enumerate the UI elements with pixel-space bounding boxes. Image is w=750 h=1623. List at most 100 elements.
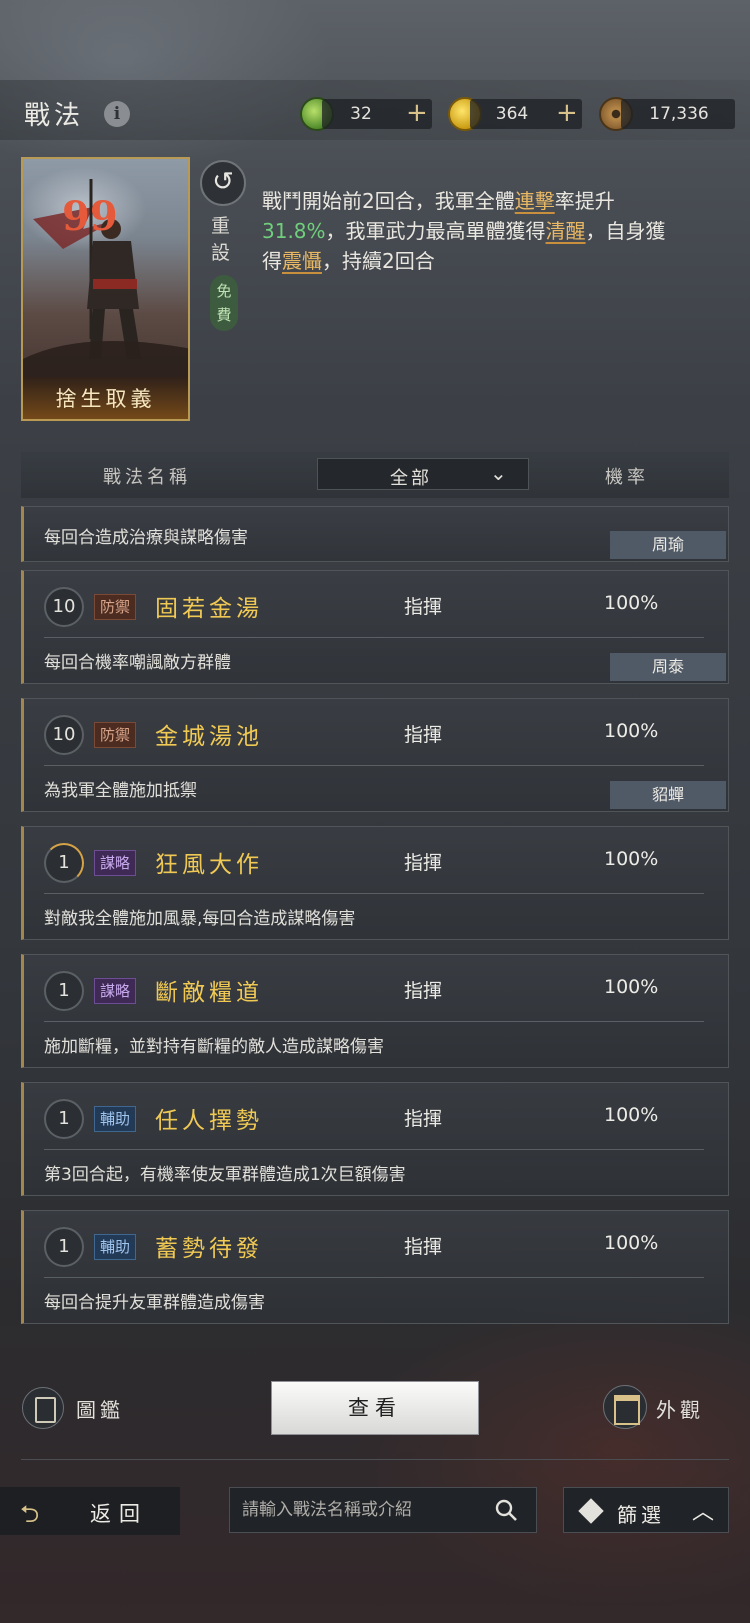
- row-description: 每回合機率嘲諷敵方群體: [44, 653, 231, 673]
- row-divider: [44, 637, 704, 638]
- reset-button[interactable]: ↺: [200, 160, 246, 206]
- keyword-combo[interactable]: 連擊: [515, 189, 555, 213]
- gold-value: 364: [495, 104, 529, 124]
- keyword-deter[interactable]: 震懾: [282, 249, 322, 273]
- list-item[interactable]: 1 輔助 蓄勢待發 指揮 100% 每回合提升友軍群體造成傷害: [21, 1210, 729, 1324]
- appearance-label[interactable]: 外觀: [656, 1394, 704, 1423]
- row-description: 每回合造成治療與謀略傷害: [44, 528, 248, 548]
- list-item[interactable]: 1 輔助 任人擇勢 指揮 100% 第3回合起，有機率使友軍群體造成1次巨額傷害: [21, 1082, 729, 1196]
- filter-icon: [578, 1498, 604, 1524]
- row-name: 蓄勢待發: [155, 1236, 263, 1262]
- add-jade-button[interactable]: +: [406, 98, 428, 128]
- copper-value: 17,336: [649, 104, 709, 124]
- row-tag: 輔助: [94, 1106, 137, 1132]
- codex-icon[interactable]: [22, 1387, 64, 1429]
- row-description: 第3回合起，有機率使友軍群體造成1次巨額傷害: [44, 1165, 406, 1185]
- card-quote-mark: 99: [62, 193, 118, 240]
- row-name: 狂風大作: [155, 852, 263, 878]
- row-rate: 100%: [604, 1232, 659, 1254]
- row-divider: [44, 893, 704, 894]
- row-tag: 輔助: [94, 1234, 137, 1260]
- card-name: 捨生取義: [55, 387, 156, 411]
- row-tag: 謀略: [94, 850, 137, 876]
- add-gold-button[interactable]: +: [556, 98, 578, 128]
- row-name: 任人擇勢: [155, 1108, 263, 1134]
- refresh-icon: ↺: [212, 167, 234, 197]
- desc-text: 戰鬥開始前2回合，我軍全體: [262, 189, 515, 213]
- row-rate: 100%: [604, 848, 659, 870]
- free-badge: 免費: [210, 275, 238, 331]
- row-divider: [44, 1021, 704, 1022]
- filter-button[interactable]: 篩選 ︿: [563, 1487, 729, 1533]
- chevron-up-icon[interactable]: ︿: [692, 1494, 714, 1526]
- row-level: 10: [44, 587, 84, 627]
- row-tag: 防禦: [94, 594, 137, 620]
- filter-label: 篩選: [617, 1503, 665, 1527]
- list-item[interactable]: 10 防禦 金城湯池 指揮 100% 為我軍全體施加抵禦 貂蟬: [21, 698, 729, 812]
- row-hero: 周瑜: [610, 531, 726, 559]
- row-type: 指揮: [404, 1108, 443, 1130]
- row-rate: 100%: [604, 592, 659, 614]
- info-icon[interactable]: i: [104, 101, 130, 127]
- row-name: 固若金湯: [155, 596, 263, 622]
- page-title: 戰法: [24, 101, 85, 131]
- column-name: 戰法名稱: [103, 467, 191, 488]
- row-description: 每回合提升友軍群體造成傷害: [44, 1293, 265, 1313]
- skill-description: 戰鬥開始前2回合，我軍全體連擊率提升 31.8%，我軍武力最高單體獲得清醒，自身獲…: [262, 186, 682, 276]
- jade-value: 32: [350, 104, 372, 124]
- search-icon[interactable]: [494, 1498, 518, 1522]
- row-type: 指揮: [404, 724, 443, 746]
- row-hero: 貂蟬: [610, 781, 726, 809]
- desc-value: 31.8%: [262, 219, 326, 243]
- search-input[interactable]: [242, 1497, 482, 1523]
- row-type: 指揮: [404, 1236, 443, 1258]
- row-type: 指揮: [404, 980, 443, 1002]
- desc-text: ，我軍武力最高單體獲得: [325, 219, 546, 243]
- keyword-sober[interactable]: 清醒: [546, 219, 586, 243]
- resource-jade: 32 +: [322, 98, 432, 129]
- codex-label[interactable]: 圖鑑: [76, 1394, 124, 1423]
- row-level: 10: [44, 715, 84, 755]
- row-tag: 謀略: [94, 978, 137, 1004]
- back-button[interactable]: ⮌ 返回: [0, 1487, 180, 1535]
- list-header: 戰法名稱 全部 ⌄ 機率: [21, 452, 729, 498]
- list-item[interactable]: 1 謀略 斷敵糧道 指揮 100% 施加斷糧，並對持有斷糧的敵人造成謀略傷害: [21, 954, 729, 1068]
- desc-text: ，持續2回合: [322, 249, 435, 273]
- row-type: 指揮: [404, 852, 443, 874]
- search-box[interactable]: [229, 1487, 537, 1533]
- row-level: 1: [44, 1227, 84, 1267]
- view-button[interactable]: 查看: [271, 1381, 479, 1435]
- back-label: 返回: [90, 1502, 148, 1526]
- row-description: 對敵我全體施加風暴,每回合造成謀略傷害: [44, 909, 356, 929]
- row-rate: 100%: [604, 976, 659, 998]
- row-description: 為我軍全體施加抵禦: [44, 781, 197, 801]
- row-name: 斷敵糧道: [155, 980, 263, 1006]
- appearance-icon[interactable]: [603, 1385, 647, 1429]
- list-item[interactable]: 10 防禦 固若金湯 指揮 100% 每回合機率嘲諷敵方群體 周泰: [21, 570, 729, 684]
- chevron-down-icon: ⌄: [490, 461, 507, 485]
- row-tag: 防禦: [94, 722, 137, 748]
- list-item[interactable]: 1 謀略 狂風大作 指揮 100% 對敵我全體施加風暴,每回合造成謀略傷害: [21, 826, 729, 940]
- column-rate: 機率: [605, 467, 649, 488]
- row-hero: 周泰: [610, 653, 726, 681]
- row-rate: 100%: [604, 720, 659, 742]
- reset-label[interactable]: 重設: [211, 213, 235, 267]
- row-description: 施加斷糧，並對持有斷糧的敵人造成謀略傷害: [44, 1037, 384, 1057]
- row-divider: [44, 1277, 704, 1278]
- dropdown-value: 全部: [390, 468, 432, 489]
- divider: [21, 1459, 729, 1460]
- resource-copper: 17,336: [621, 99, 735, 129]
- desc-text: 率提升: [554, 189, 615, 213]
- category-dropdown[interactable]: 全部 ⌄: [317, 458, 529, 490]
- resource-gold: 364 +: [470, 98, 582, 129]
- row-level: 1: [44, 971, 84, 1011]
- row-level: 1: [44, 843, 84, 883]
- row-divider: [44, 765, 704, 766]
- row-level: 1: [44, 1099, 84, 1139]
- row-name: 金城湯池: [155, 724, 263, 750]
- row-type: 指揮: [404, 596, 443, 618]
- back-arrow-icon: ⮌: [20, 1500, 40, 1528]
- row-divider: [44, 1149, 704, 1150]
- list-item[interactable]: 每回合造成治療與謀略傷害 周瑜: [21, 506, 729, 562]
- row-rate: 100%: [604, 1104, 659, 1126]
